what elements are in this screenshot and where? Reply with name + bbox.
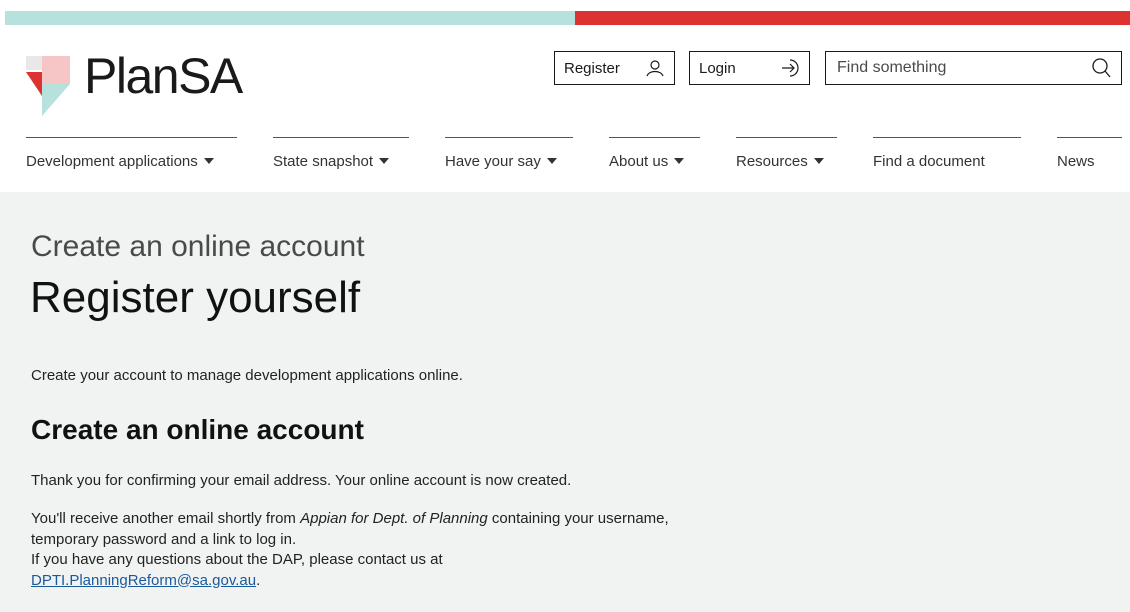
nav-label: Development applications xyxy=(26,153,198,170)
nav-item-resources[interactable]: Resources xyxy=(736,137,837,177)
plansa-logo[interactable]: PlanSA xyxy=(26,50,276,120)
main-navigation: Development applications State snapshot … xyxy=(0,137,1130,187)
nav-item-news[interactable]: News xyxy=(1057,137,1122,177)
nav-item-state-snapshot[interactable]: State snapshot xyxy=(273,137,409,177)
info-part1: You'll receive another email shortly fro… xyxy=(31,510,301,527)
nav-label: Resources xyxy=(736,153,808,170)
search-icon[interactable] xyxy=(1090,57,1112,79)
questions-text: If you have any questions about the DAP,… xyxy=(31,551,443,568)
plansa-logo-text: PlanSA xyxy=(84,48,243,104)
page-kicker: Create an online account xyxy=(31,230,365,263)
nav-item-find-a-document[interactable]: Find a document xyxy=(873,137,1021,177)
caret-down-icon xyxy=(379,158,390,164)
info-text: You'll receive another email shortly fro… xyxy=(31,509,731,591)
brand-bar-teal xyxy=(5,11,575,25)
nav-label: Find a document xyxy=(873,153,985,170)
user-icon xyxy=(646,60,664,77)
confirmation-text: Thank you for confirming your email addr… xyxy=(31,472,572,489)
caret-down-icon xyxy=(813,158,824,164)
page-title: Register yourself xyxy=(30,273,361,322)
nav-label: State snapshot xyxy=(273,153,374,170)
register-label: Register xyxy=(564,59,620,77)
nav-item-have-your-say[interactable]: Have your say xyxy=(445,137,573,177)
login-button[interactable]: Login xyxy=(689,51,810,85)
section-heading: Create an online account xyxy=(31,414,364,445)
brand-color-bar xyxy=(5,11,1130,25)
intro-text: Create your account to manage developmen… xyxy=(31,367,463,384)
info-sender: Appian for Dept. of Planning xyxy=(300,510,488,527)
caret-down-icon xyxy=(546,158,557,164)
nav-label: Have your say xyxy=(445,153,541,170)
login-label: Login xyxy=(699,59,736,77)
caret-down-icon xyxy=(674,158,685,164)
brand-bar-red xyxy=(575,11,1130,25)
plansa-logo-mark-icon xyxy=(26,56,70,116)
nav-label: News xyxy=(1057,153,1095,170)
register-button[interactable]: Register xyxy=(554,51,675,85)
nav-item-about-us[interactable]: About us xyxy=(609,137,700,177)
nav-item-development-applications[interactable]: Development applications xyxy=(26,137,237,177)
caret-down-icon xyxy=(203,158,214,164)
trailing-period: . xyxy=(256,571,261,589)
search-placeholder: Find something xyxy=(837,59,947,76)
nav-label: About us xyxy=(609,153,669,170)
contact-email-link[interactable]: DPTI.PlanningReform@sa.gov.au xyxy=(31,572,256,589)
search-input[interactable]: Find something xyxy=(825,51,1122,85)
login-arrow-icon xyxy=(782,59,799,77)
main-content: Create an online account Register yourse… xyxy=(0,192,1130,612)
